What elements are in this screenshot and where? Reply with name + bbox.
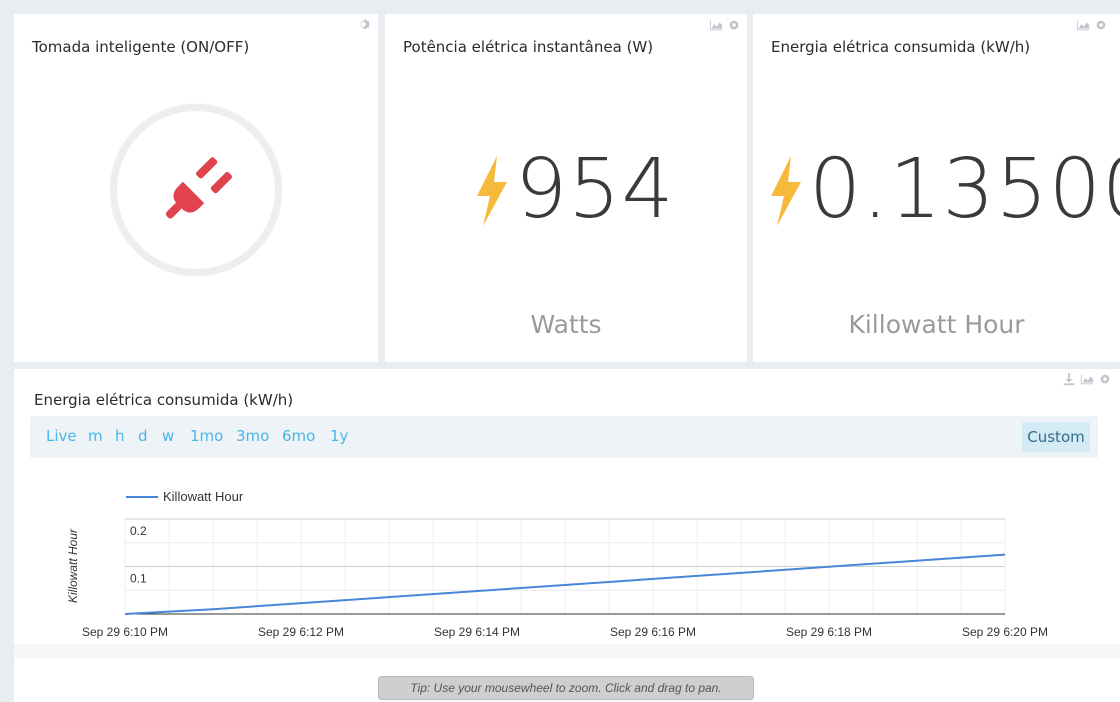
gear-icon[interactable]: [1098, 372, 1112, 386]
power-unit: Watts: [530, 310, 602, 339]
power-value: 954: [515, 142, 675, 237]
switch-toggle-button[interactable]: [110, 104, 282, 276]
range-1mo[interactable]: 1mo: [190, 427, 223, 445]
widget-toolbar: [358, 18, 372, 32]
range-day[interactable]: d: [138, 427, 148, 445]
gear-icon[interactable]: [358, 18, 372, 32]
switch-widget-title: Tomada inteligente (ON/OFF): [32, 38, 250, 56]
zoom-tip: Tip: Use your mousewheel to zoom. Click …: [378, 676, 754, 700]
widget-toolbar: [709, 18, 741, 32]
range-hour[interactable]: h: [115, 427, 125, 445]
energy-widget: Energia elétrica consumida (kW/h) 0.1350…: [753, 14, 1120, 362]
range-6mo[interactable]: 6mo: [282, 427, 315, 445]
range-3mo[interactable]: 3mo: [236, 427, 269, 445]
chart-toolbar: [1062, 372, 1112, 386]
range-week[interactable]: w: [162, 427, 174, 445]
energy-widget-title: Energia elétrica consumida (kW/h): [771, 38, 1031, 56]
area-chart-icon[interactable]: [709, 18, 723, 32]
gear-icon[interactable]: [1094, 18, 1108, 32]
area-chart-icon[interactable]: [1080, 372, 1094, 386]
chart-navigator[interactable]: [14, 644, 1120, 658]
widget-toolbar: [1076, 18, 1108, 32]
custom-range-button[interactable]: Custom: [1022, 422, 1090, 452]
energy-unit: Killowatt Hour: [848, 310, 1025, 339]
bolt-icon: [473, 156, 509, 231]
gear-icon[interactable]: [727, 18, 741, 32]
energy-value: 0.13500: [809, 142, 1120, 237]
switch-widget: Tomada inteligente (ON/OFF): [14, 14, 378, 362]
range-live[interactable]: Live: [46, 427, 77, 445]
range-1y[interactable]: 1y: [330, 427, 348, 445]
bolt-icon: [767, 156, 803, 231]
plug-icon: [155, 149, 237, 231]
chart-widget-title: Energia elétrica consumida (kW/h): [34, 391, 294, 409]
range-minute[interactable]: m: [88, 427, 103, 445]
area-chart-icon[interactable]: [1076, 18, 1090, 32]
download-icon[interactable]: [1062, 372, 1076, 386]
time-range-bar: Live m h d w 1mo 3mo 6mo 1y Custom: [30, 416, 1098, 458]
power-widget: Potência elétrica instantânea (W) 954 Wa…: [385, 14, 747, 362]
power-widget-title: Potência elétrica instantânea (W): [403, 38, 654, 56]
